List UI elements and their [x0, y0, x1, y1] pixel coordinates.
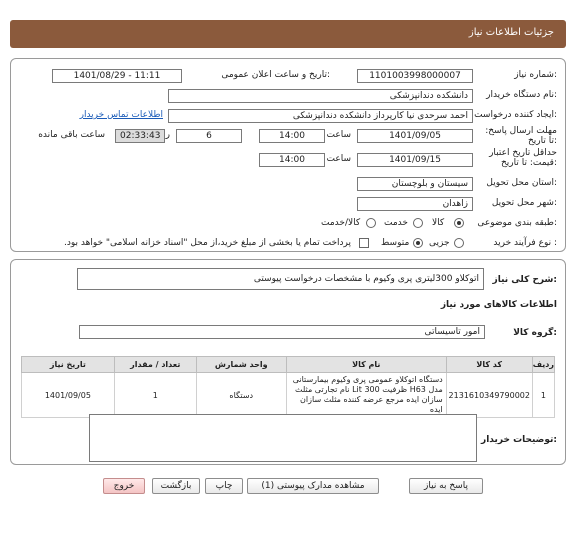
back-button[interactable]: بازگشت: [152, 478, 200, 494]
province-field: سیستان و بلوچستان: [357, 177, 473, 191]
validity-time-field: 14:00: [259, 153, 325, 167]
col-date: تاریخ نیاز: [21, 356, 115, 373]
col-row: ردیف: [531, 356, 556, 373]
process-medium-label: متوسط: [381, 238, 410, 248]
days-remaining-field: 6: [176, 129, 242, 143]
col-code: کد کالا: [445, 356, 533, 373]
category-goods-label: کالا: [432, 218, 445, 228]
creator-field: احمد سرحدی نیا کارپرداز دانشکده دندانپزش…: [168, 109, 473, 123]
col-qty: تعداد / مقدار: [113, 356, 197, 373]
goods-group-label: گروه کالا:: [513, 328, 557, 338]
cell-unit: دستگاه: [195, 372, 287, 418]
validity-date-field: 1401/09/15: [357, 153, 473, 167]
need-details-panel: شماره نیاز: 1101003998000007 تاریخ و ساع…: [10, 58, 566, 252]
process-medium-radio[interactable]: [413, 238, 423, 248]
table-row: 1 2131610349790002 دستگاه اتوکلاو عمومی …: [21, 372, 556, 418]
remaining-time-label: ساعت باقی مانده: [38, 130, 105, 140]
cell-name: دستگاه اتوکلاو عمومی پری وکیوم بیمارستان…: [285, 372, 447, 418]
attachments-button[interactable]: مشاهده مدارک پیوستی (1): [247, 478, 379, 494]
reply-time-label: ساعت: [326, 130, 352, 140]
province-label: استان محل تحویل:: [486, 178, 557, 188]
goods-panel: شرح کلی نیاز: اتوکلاو 300لیتری پری وکیوم…: [10, 259, 566, 465]
print-button[interactable]: چاپ: [205, 478, 243, 494]
col-unit: واحد شمارش: [195, 356, 287, 373]
buyer-contact-link[interactable]: اطلاعات تماس خریدار: [80, 110, 163, 120]
remaining-time-field: 02:33:43: [115, 129, 165, 143]
buyer-notes-field: [89, 414, 477, 462]
category-service-label: خدمت: [384, 218, 408, 228]
cell-date: 1401/09/05: [21, 372, 115, 418]
validity-time-label: ساعت: [326, 154, 352, 164]
col-name: نام کالا: [285, 356, 447, 373]
announce-label: تاریخ و ساعت اعلان عمومی:: [221, 70, 330, 80]
city-label: شهر محل تحویل:: [491, 198, 557, 208]
category-label: طبقه بندی موضوعی:: [477, 218, 557, 228]
buyer-notes-label: توضیحات خریدار:: [481, 435, 557, 445]
cell-code: 2131610349790002: [445, 372, 533, 418]
city-field: زاهدان: [357, 197, 473, 211]
need-number-label: شماره نیاز:: [514, 70, 557, 80]
page-header: جزئیات اطلاعات نیاز: [10, 20, 566, 48]
reply-time-field: 14:00: [259, 129, 325, 143]
goods-table: ردیف کد کالا نام کالا واحد شمارش تعداد /…: [21, 356, 556, 418]
announce-date-field: 1401/08/29 - 11:11: [52, 69, 182, 83]
goods-table-header: ردیف کد کالا نام کالا واحد شمارش تعداد /…: [21, 356, 556, 373]
cell-qty: 1: [113, 372, 197, 418]
buyer-org-field: دانشکده دندانپزشکی: [168, 89, 473, 103]
goods-section-title: اطلاعات کالاهای مورد نیاز: [440, 300, 557, 310]
reply-date-field: 1401/09/05: [357, 129, 473, 143]
process-label: نوع فرآیند خرید :: [493, 238, 557, 248]
category-service-radio[interactable]: [413, 218, 423, 228]
buyer-org-label: نام دستگاه خریدار:: [486, 90, 557, 100]
process-small-label: جزیی: [429, 238, 450, 248]
summary-label: شرح کلی نیاز:: [492, 275, 557, 285]
validity-label: حداقل تاریخ اعتبار قیمت: تا تاریخ:: [489, 148, 557, 168]
reply-deadline-label: مهلت ارسال پاسخ: تا تاریخ:: [485, 126, 557, 146]
page-title: جزئیات اطلاعات نیاز: [468, 27, 554, 38]
goods-group-field: امور تاسیساتی: [79, 325, 485, 339]
summary-field: اتوکلاو 300لیتری پری وکیوم با مشخصات درخ…: [77, 268, 484, 290]
need-number-field: 1101003998000007: [357, 69, 473, 83]
treasury-payment-checkbox[interactable]: [359, 238, 369, 248]
category-both-radio[interactable]: [366, 218, 376, 228]
creator-label: ایجاد کننده درخواست:: [474, 110, 557, 120]
cell-row: 1: [531, 372, 556, 418]
reply-button[interactable]: پاسخ به نیاز: [409, 478, 483, 494]
category-goods-radio[interactable]: [454, 218, 464, 228]
category-both-label: کالا/خدمت: [321, 218, 361, 228]
process-small-radio[interactable]: [454, 238, 464, 248]
exit-button[interactable]: خروج: [103, 478, 145, 494]
treasury-payment-note: پرداخت تمام یا بخشی از مبلغ خرید،از محل …: [63, 238, 351, 248]
